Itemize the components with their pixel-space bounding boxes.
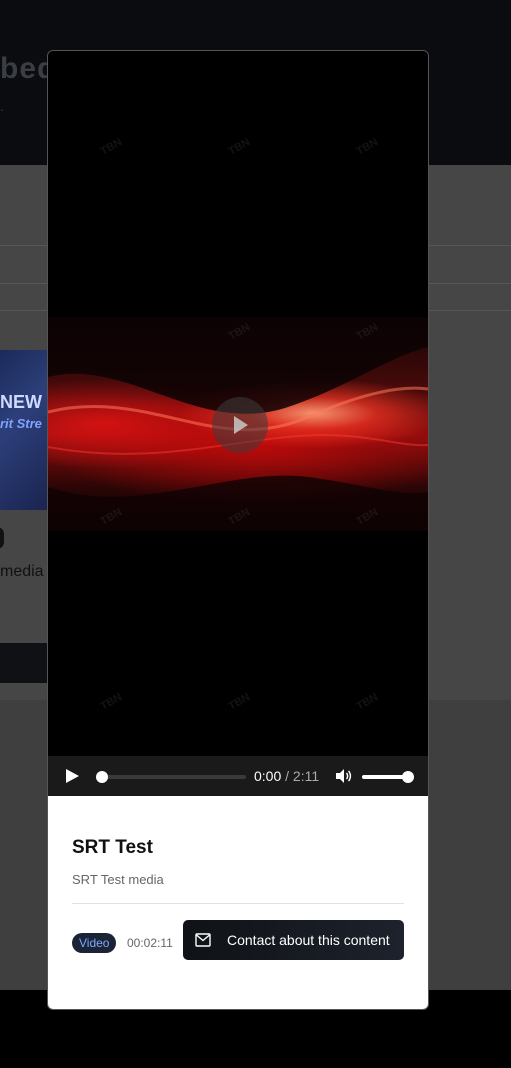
thumbnail-text: NEW — [0, 392, 42, 412]
media-type-badge: Video — [72, 933, 117, 953]
watermark-text: TBN — [354, 136, 381, 158]
watermark-text: TBN — [226, 136, 253, 158]
volume-slider[interactable] — [362, 771, 414, 783]
video-player[interactable]: TBN TBN TBN TBN TBN TBN TBN TBN TBN TBN … — [48, 51, 428, 756]
big-play-button[interactable] — [212, 397, 268, 453]
media-info-panel: SRT Test SRT Test media Video 00:02:11 C… — [48, 796, 428, 1009]
play-icon[interactable] — [64, 768, 80, 784]
mail-icon — [195, 933, 211, 947]
media-subtitle: SRT Test media — [72, 872, 164, 887]
watermark-text: TBN — [354, 691, 381, 713]
media-modal: TBN TBN TBN TBN TBN TBN TBN TBN TBN TBN … — [47, 50, 429, 1010]
background-button — [0, 643, 48, 683]
time-separator: / — [281, 768, 293, 784]
time-display: 0:00 / 2:11 — [254, 768, 319, 784]
contact-button[interactable]: Contact about this content — [183, 920, 404, 960]
progress-handle[interactable] — [96, 771, 108, 783]
play-icon — [234, 416, 248, 434]
background-thumbnail: NEW rit Stre — [0, 350, 48, 510]
background-header-subtitle: . — [0, 98, 4, 114]
video-controls: 0:00 / 2:11 — [48, 756, 428, 796]
watermark-text: TBN — [98, 691, 125, 713]
thumbnail-text: rit Stre — [0, 416, 42, 431]
background-badge — [0, 527, 4, 549]
watermark-text: TBN — [226, 691, 253, 713]
volume-handle[interactable] — [402, 771, 414, 783]
volume-icon[interactable] — [334, 767, 352, 785]
progress-slider[interactable] — [96, 771, 246, 783]
watermark-text: TBN — [98, 136, 125, 158]
duration-time: 2:11 — [292, 768, 320, 784]
media-title: SRT Test — [72, 837, 153, 858]
current-time: 0:00 — [254, 768, 282, 784]
background-media-text: media — [0, 563, 44, 580]
divider — [72, 903, 404, 904]
contact-button-label: Contact about this content — [227, 932, 390, 948]
media-duration: 00:02:11 — [127, 936, 173, 950]
